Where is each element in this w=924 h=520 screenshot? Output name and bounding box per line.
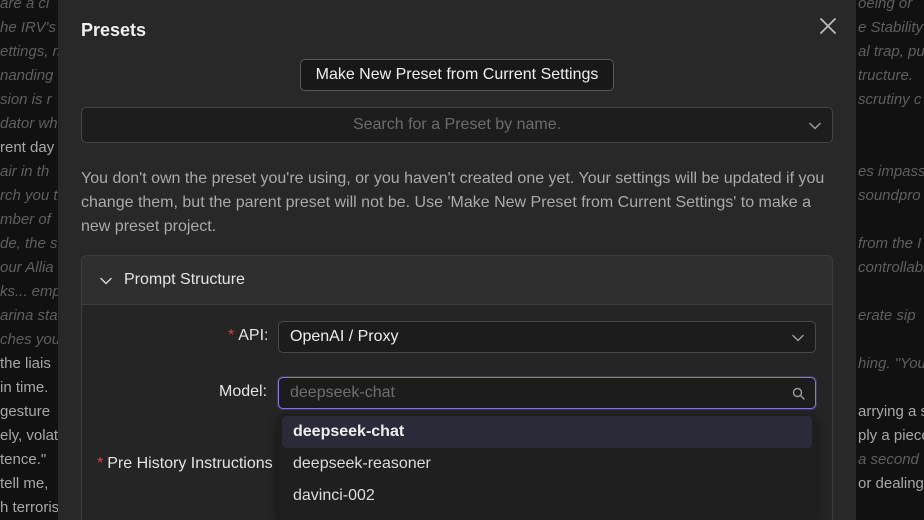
background-chat-line: ks... emp — [0, 283, 58, 300]
presets-modal: Presets Make New Preset from Current Set… — [58, 0, 856, 520]
model-option[interactable]: deepseek-chat — [282, 416, 812, 448]
background-chat-line: soundpro — [858, 187, 921, 204]
model-dropdown: deepseek-chat deepseek-reasoner davinci-… — [278, 413, 816, 520]
background-chat-line: hing. "You — [858, 355, 924, 372]
model-input[interactable] — [279, 378, 815, 408]
background-chat-line: controllabl — [858, 259, 924, 276]
background-chat-line: gesture — [0, 403, 51, 420]
required-marker: * — [228, 327, 235, 344]
background-chat-line: in time. — [0, 379, 49, 396]
background-chat-line: our Allia — [0, 259, 54, 276]
background-chat-line: h terroris — [0, 499, 58, 516]
background-chat-line: or dealing — [858, 475, 924, 492]
background-chat-line: a second — [858, 451, 919, 468]
background-chat-line: ply a piece — [858, 427, 924, 444]
background-chat-line: es impass — [858, 163, 924, 180]
background-chat-line: erate sip — [858, 307, 916, 324]
background-chat-line: rch you t — [0, 187, 58, 204]
background-chat-line: dator wh — [0, 115, 58, 132]
background-chat-line: from the I — [858, 235, 922, 252]
api-select[interactable]: OpenAI / Proxy — [278, 321, 816, 353]
background-chat-line: de, the s — [0, 235, 58, 252]
background-chat-line: sion is r — [0, 91, 52, 108]
model-option[interactable]: deepseek-reasoner — [282, 448, 812, 480]
preset-search-select[interactable] — [81, 107, 833, 143]
background-chat-line: ely, volati — [0, 427, 58, 444]
background-chat-left: are a cl he IRV's ettings, m nanding sion is… — [0, 0, 58, 520]
background-chat-line: tence." — [0, 451, 47, 468]
background-chat-line: ches you — [0, 331, 58, 348]
background-chat-right: oeing or e Stability al trap, pu tructure. s… — [856, 0, 924, 520]
close-button[interactable] — [818, 16, 838, 36]
model-combobox[interactable] — [278, 377, 816, 409]
section-title: Prompt Structure — [124, 271, 245, 288]
background-chat-line: are a cl — [0, 0, 50, 12]
make-new-preset-button[interactable]: Make New Preset from Current Settings — [300, 59, 614, 91]
preset-search-input[interactable] — [82, 108, 832, 142]
background-chat-line: arrying a s — [858, 403, 924, 420]
background-chat-line: rent day — [0, 139, 55, 156]
background-chat-line: the liais — [0, 355, 51, 372]
background-chat-line: mber of — [0, 211, 51, 228]
required-marker: * — [97, 455, 104, 472]
api-value: OpenAI / Proxy — [290, 328, 399, 345]
model-option[interactable]: davinci-002 — [282, 480, 812, 512]
background-chat-line: nanding — [0, 67, 54, 84]
chevron-down-icon — [792, 334, 804, 342]
background-chat-line: scrutiny c — [858, 91, 922, 108]
background-chat-line: he IRV's — [0, 19, 56, 36]
prompt-structure-header[interactable]: Prompt Structure — [82, 256, 832, 305]
background-chat-line: tell me, — [0, 475, 49, 492]
background-chat-line: tructure. — [858, 67, 914, 84]
close-icon — [820, 18, 836, 34]
background-chat-line: arina sta — [0, 307, 58, 324]
background-chat-line: e Stability — [858, 19, 924, 36]
pre-history-label: * Pre History Instructions — [97, 455, 273, 472]
chevron-down-icon — [100, 277, 112, 285]
preset-info-text: You don't own the preset you're using, o… — [81, 170, 825, 235]
chevron-down-icon[interactable] — [808, 119, 822, 133]
background-chat-line: al trap, pu — [858, 43, 924, 60]
background-chat-line: oeing or — [858, 0, 913, 12]
api-label: * API: — [228, 327, 269, 344]
background-chat-line: ettings, m — [0, 43, 58, 60]
search-icon — [792, 387, 805, 400]
model-label: Model: — [219, 383, 268, 400]
background-chat-line: air in th — [0, 163, 50, 180]
modal-title: Presets — [81, 20, 147, 40]
